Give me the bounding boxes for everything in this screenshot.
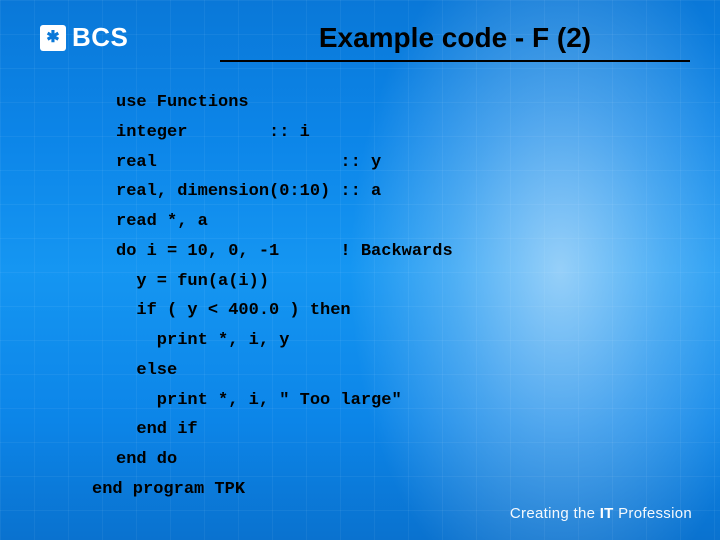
tagline-prefix: Creating the xyxy=(510,505,600,522)
code-line: end if xyxy=(116,420,198,439)
code-line: do i = 10, 0, -1 ! Backwards xyxy=(116,242,453,261)
footer-tagline: Creating the IT Profession xyxy=(510,505,692,522)
code-line: print *, i, " Too large" xyxy=(116,391,402,410)
code-line: end program TPK xyxy=(92,475,245,505)
slide-title: Example code - F (2) xyxy=(220,22,690,62)
code-line: y = fun(a(i)) xyxy=(116,272,269,291)
brand-badge-glyph: ✱ xyxy=(46,30,59,46)
slide: ✱ BCS Example code - F (2) use Functions… xyxy=(0,0,720,540)
code-line: else xyxy=(116,361,177,380)
code-line: end do xyxy=(116,450,177,469)
code-line: real, dimension(0:10) :: a xyxy=(116,182,381,201)
tagline-suffix: Profession xyxy=(614,505,692,522)
code-line: integer :: i xyxy=(116,123,310,142)
code-block: use Functions integer :: i real :: y rea… xyxy=(116,88,453,505)
brand-badge-icon: ✱ xyxy=(40,25,66,51)
brand-text: BCS xyxy=(72,22,128,53)
code-line: print *, i, y xyxy=(116,331,289,350)
code-line: if ( y < 400.0 ) then xyxy=(116,301,351,320)
code-line: real :: y xyxy=(116,153,381,172)
tagline-bold: IT xyxy=(600,505,614,522)
code-line: read *, a xyxy=(116,212,208,231)
brand-logo: ✱ BCS xyxy=(40,22,128,53)
code-line: use Functions xyxy=(116,93,249,112)
